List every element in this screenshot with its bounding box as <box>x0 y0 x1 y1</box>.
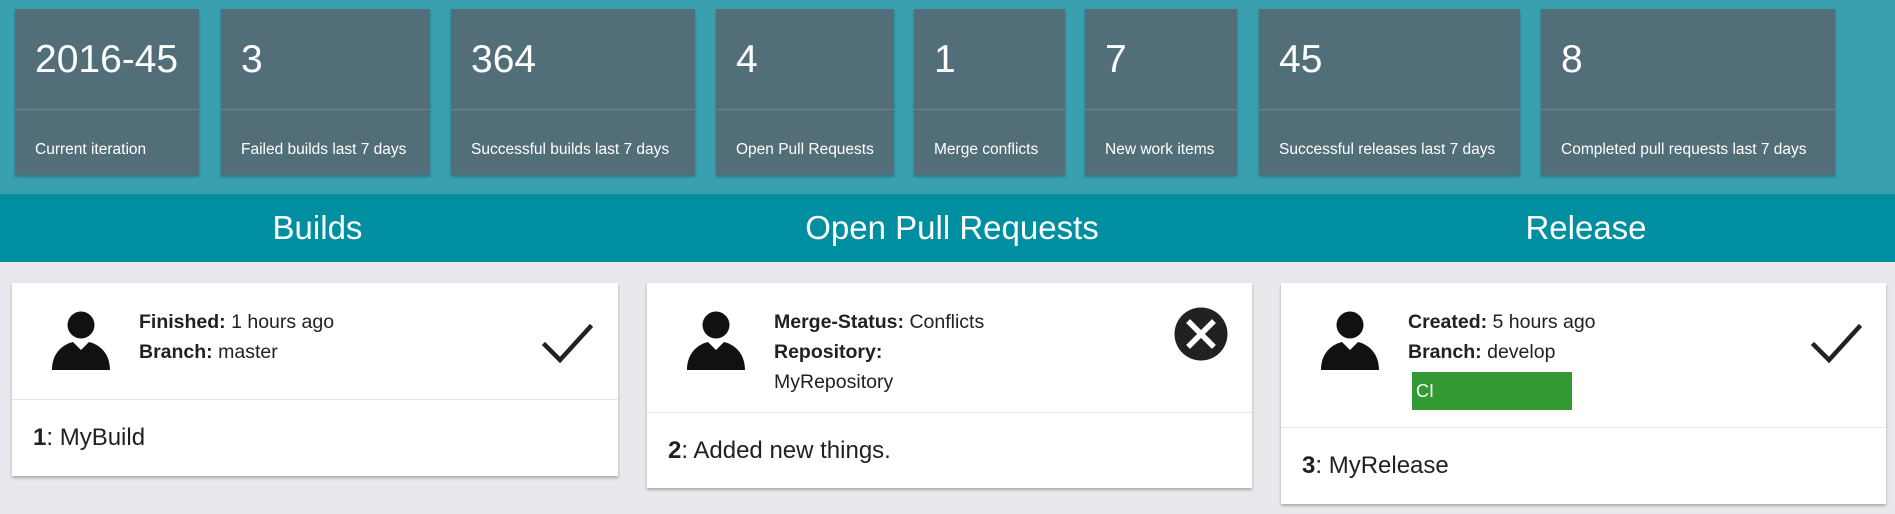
kpi-value: 4 <box>736 38 758 81</box>
kpi-label: Failed builds last 7 days <box>241 141 407 158</box>
kpi-value: 1 <box>934 38 956 81</box>
release-created-label: Created: <box>1408 311 1488 333</box>
release-created-value: 5 hours ago <box>1492 311 1596 333</box>
build-branch-value: master <box>218 341 278 363</box>
build-finished-label: Finished: <box>139 311 226 333</box>
kpi-tile-new-work-items: 7 New work items <box>1085 9 1237 175</box>
conflict-x-icon <box>1174 307 1228 361</box>
kpi-value: 7 <box>1105 38 1127 81</box>
pr-repository-label: Repository: <box>774 341 883 363</box>
kpi-value: 2016-45 <box>35 38 179 81</box>
release-meta: Created: 5 hours ago Branch: develop CI <box>1408 307 1596 410</box>
release-name: : MyRelease <box>1315 452 1449 479</box>
kpi-tile-successful-releases: 45 Successful releases last 7 days <box>1259 9 1520 175</box>
kpi-divider <box>451 109 695 110</box>
kpi-label: Successful builds last 7 days <box>471 141 670 158</box>
release-branch-row: Branch: develop <box>1408 337 1596 367</box>
pr-repository-value: MyRepository <box>774 371 894 393</box>
section-title-open-pull-requests: Open Pull Requests <box>805 209 1099 246</box>
kpi-divider <box>716 109 894 110</box>
pr-meta: Merge-Status: Conflicts Repository: MyRe… <box>774 307 984 397</box>
kpi-value: 45 <box>1279 38 1323 81</box>
build-finished-row: Finished: 1 hours ago <box>139 307 334 337</box>
build-finished-value: 1 hours ago <box>231 311 335 333</box>
pr-title: 2: Added new things. <box>647 413 1252 488</box>
kpi-tile-failed-builds: 3 Failed builds last 7 days <box>221 9 430 175</box>
section-title-builds: Builds <box>272 209 363 246</box>
kpi-label: Open Pull Requests <box>736 141 874 158</box>
build-name: : MyBuild <box>46 424 146 451</box>
avatar-person-icon <box>1321 311 1379 370</box>
kpi-label: Completed pull requests last 7 days <box>1561 141 1807 158</box>
kpi-label: New work items <box>1105 141 1215 158</box>
build-card[interactable]: Finished: 1 hours ago Branch: master 1: … <box>12 283 618 476</box>
release-branch-label: Branch: <box>1408 341 1482 363</box>
kpi-divider <box>1259 109 1520 110</box>
release-branch-value: develop <box>1487 341 1556 363</box>
kpi-label: Current iteration <box>35 141 147 158</box>
pr-id: 2 <box>668 437 682 464</box>
checkmark-icon <box>541 323 594 364</box>
kpi-tile-completed-pull-requests: 8 Completed pull requests last 7 days <box>1541 9 1835 175</box>
release-created-row: Created: 5 hours ago <box>1408 307 1596 337</box>
build-branch-label: Branch: <box>139 341 213 363</box>
kpi-value: 364 <box>471 38 537 81</box>
avatar-person-icon <box>687 311 745 370</box>
kpi-label: Merge conflicts <box>934 141 1039 158</box>
kpi-tile-current-iteration: 2016-45 Current iteration <box>15 9 199 175</box>
pr-merge-status-label: Merge-Status: <box>774 311 905 333</box>
kpi-divider <box>1085 109 1237 110</box>
build-meta: Finished: 1 hours ago Branch: master <box>139 307 334 367</box>
kpi-tile-successful-builds: 364 Successful builds last 7 days <box>451 9 695 175</box>
kpi-divider <box>914 109 1065 110</box>
kpi-divider <box>15 109 199 110</box>
pr-merge-status-row: Merge-Status: Conflicts <box>774 307 984 337</box>
checkmark-icon <box>1810 323 1863 364</box>
kpi-tile-merge-conflicts: 1 Merge conflicts <box>914 9 1065 175</box>
kpi-value: 3 <box>241 38 263 81</box>
section-title-release: Release <box>1525 209 1647 246</box>
release-card[interactable]: Created: 5 hours ago Branch: develop CI … <box>1281 283 1886 504</box>
build-branch-row: Branch: master <box>139 337 334 367</box>
section-header-bar: Builds Open Pull Requests Release <box>0 194 1895 262</box>
kpi-strip: 2016-45 Current iteration 3 Failed build… <box>0 0 1895 194</box>
pr-merge-status-value: Conflicts <box>909 311 985 333</box>
kpi-value: 8 <box>1561 38 1583 81</box>
build-title: 1: MyBuild <box>12 400 618 476</box>
kpi-divider <box>221 109 430 110</box>
build-id: 1 <box>33 424 47 451</box>
release-title: 3: MyRelease <box>1281 428 1886 504</box>
kpi-tile-open-pull-requests: 4 Open Pull Requests <box>716 9 894 175</box>
avatar-person-icon <box>52 311 110 370</box>
environment-tag-ci[interactable]: CI <box>1412 372 1572 410</box>
pr-repository-row: Repository: <box>774 337 984 367</box>
release-id: 3 <box>1302 452 1316 479</box>
pull-request-card[interactable]: Merge-Status: Conflicts Repository: MyRe… <box>647 283 1252 488</box>
kpi-label: Successful releases last 7 days <box>1279 141 1496 158</box>
kpi-divider <box>1541 109 1835 110</box>
pr-name: : Added new things. <box>681 437 891 464</box>
